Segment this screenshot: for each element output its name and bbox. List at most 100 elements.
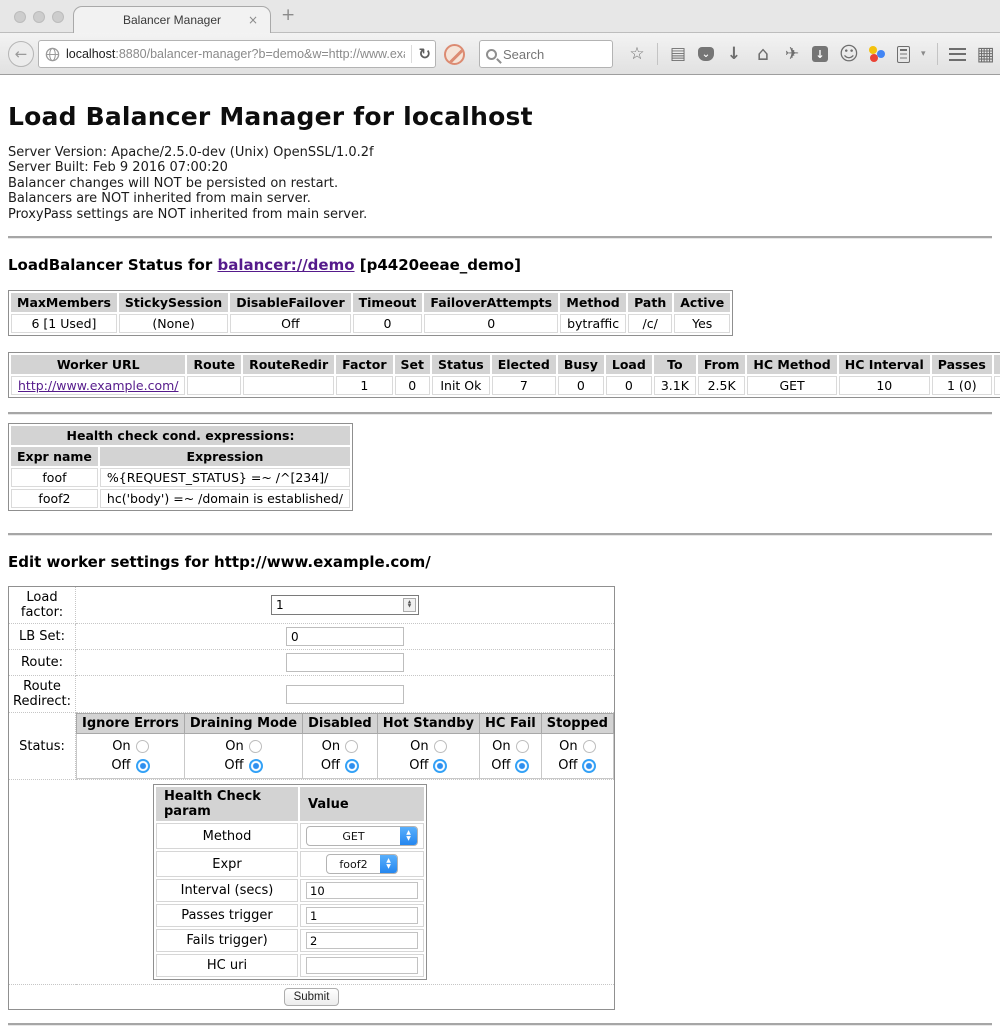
menu-hamburger-icon[interactable]	[949, 48, 966, 61]
ignore-errors-off-radio[interactable]	[136, 759, 150, 773]
bookmark-star-icon[interactable]: ☆	[628, 46, 646, 63]
hc-interval-input[interactable]	[306, 882, 418, 899]
col-set: Set	[395, 355, 430, 374]
stopped-on-radio[interactable]	[583, 740, 596, 753]
ignore-errors-on-radio[interactable]	[136, 740, 149, 753]
table-header-row: Ignore Errors Draining Mode Disabled Hot…	[77, 714, 614, 734]
hot-standby-on-radio[interactable]	[434, 740, 447, 753]
select-stepper-icon: ▲▼	[380, 854, 397, 874]
stopped-off-radio[interactable]	[582, 759, 596, 773]
cell-routeredir	[243, 376, 334, 395]
hc-method-row: Method GET ▲▼	[156, 823, 424, 849]
server-info: Server Version: Apache/2.5.0-dev (Unix) …	[8, 145, 992, 222]
col-stopped: Stopped	[541, 714, 613, 734]
adblock-disabled-icon[interactable]	[444, 44, 465, 65]
back-button[interactable]: ←	[8, 41, 34, 67]
submit-button[interactable]: Submit	[284, 988, 340, 1006]
on-label: On	[492, 737, 510, 756]
cell-expr-name: foof2	[11, 489, 98, 508]
hc-fail-off-radio[interactable]	[515, 759, 529, 773]
worker-status-table: Worker URL Route RouteRedir Factor Set S…	[8, 352, 1000, 398]
col-passes: Passes	[932, 355, 992, 374]
cell-worker-url: http://www.example.com/	[11, 376, 185, 395]
home-icon[interactable]: ⌂	[754, 45, 772, 64]
cell-hc-method: GET	[747, 376, 836, 395]
hc-fails-input[interactable]	[306, 932, 418, 949]
window-close-button[interactable]	[14, 11, 26, 23]
hc-uri-input[interactable]	[306, 957, 418, 974]
route-redirect-cell	[76, 676, 615, 713]
browser-tab[interactable]: Balancer Manager ×	[73, 6, 271, 33]
hc-fail-on-radio[interactable]	[516, 740, 529, 753]
disabled-radios: On Off	[303, 734, 378, 779]
proxypass-note-line: ProxyPass settings are NOT inherited fro…	[8, 207, 992, 222]
search-input[interactable]	[503, 47, 593, 62]
route-redirect-input[interactable]	[286, 685, 404, 704]
worker-url-link[interactable]: http://www.example.com/	[18, 378, 178, 393]
off-label: Off	[558, 756, 577, 775]
off-label: Off	[321, 756, 340, 775]
hc-expr-cell: foof2 ▲▼	[300, 851, 424, 877]
save-panel-icon[interactable]: ↓	[812, 46, 828, 62]
downloads-icon[interactable]: ↓	[725, 46, 743, 63]
number-spinner-icon[interactable]: ▲▼	[403, 598, 416, 612]
disabled-off-radio[interactable]	[345, 759, 359, 773]
col-expression: Expression	[100, 447, 350, 466]
disabled-on-radio[interactable]	[345, 740, 358, 753]
reload-icon[interactable]: ↻	[418, 45, 431, 63]
col-expr-name: Expr name	[11, 447, 98, 466]
grid-panel-icon[interactable]: ▦	[977, 45, 995, 64]
url-bar[interactable]: localhost:8880/balancer-manager?b=demo&w…	[38, 40, 436, 68]
hc-interval-cell	[300, 879, 424, 902]
load-factor-cell: 1 ▲▼	[76, 587, 615, 624]
window-zoom-button[interactable]	[52, 11, 64, 23]
chevron-down-icon[interactable]: ▾	[921, 49, 926, 59]
cell-expression: hc('body') =~ /domain is established/	[100, 489, 350, 508]
url-input[interactable]: localhost:8880/balancer-manager?b=demo&w…	[66, 47, 405, 61]
table-header-row: Worker URL Route RouteRedir Factor Set S…	[11, 355, 1000, 374]
new-tab-button[interactable]: +	[281, 5, 295, 25]
pocket-icon[interactable]: ⌄	[698, 47, 714, 61]
form-row-lb-set: LB Set:	[9, 624, 615, 650]
draining-mode-on-radio[interactable]	[249, 740, 262, 753]
divider	[8, 533, 992, 536]
lb-set-input[interactable]	[286, 627, 404, 646]
hc-passes-input[interactable]	[306, 907, 418, 924]
col-path: Path	[628, 293, 672, 312]
hc-expr-select[interactable]: foof2 ▲▼	[326, 854, 398, 874]
tab-close-icon[interactable]: ×	[248, 13, 258, 27]
table-row: http://www.example.com/ 1 0 Init Ok 7 0 …	[11, 376, 1000, 395]
col-hot-standby: Hot Standby	[377, 714, 479, 734]
col-elected: Elected	[492, 355, 556, 374]
url-divider	[411, 45, 412, 63]
hc-passes-row: Passes trigger	[156, 904, 424, 927]
hc-interval-label: Interval (secs)	[156, 879, 298, 902]
col-busy: Busy	[558, 355, 604, 374]
col-method: Method	[560, 293, 626, 312]
hc-method-select[interactable]: GET ▲▼	[306, 826, 418, 846]
hot-standby-off-radio[interactable]	[433, 759, 447, 773]
balancer-demo-link[interactable]: balancer://demo	[217, 256, 354, 274]
table-row: foof %{REQUEST_STATUS} =~ /^[234]/	[11, 468, 350, 487]
window-minimize-button[interactable]	[33, 11, 45, 23]
on-label: On	[322, 737, 340, 756]
search-icon	[486, 49, 497, 60]
form-row-route: Route:	[9, 650, 615, 676]
hc-interval-row: Interval (secs)	[156, 879, 424, 902]
lb-set-label: LB Set:	[9, 624, 76, 650]
route-input[interactable]	[286, 653, 404, 672]
clipboard-icon[interactable]: ▤	[669, 46, 687, 63]
battery-panel-icon[interactable]	[897, 46, 910, 63]
cell-factor: 1	[336, 376, 392, 395]
draining-mode-off-radio[interactable]	[249, 759, 263, 773]
feedback-smiley-icon[interactable]: ☺	[839, 45, 857, 64]
search-box[interactable]	[479, 40, 613, 68]
col-hc-fail: HC Fail	[480, 714, 542, 734]
send-plane-icon[interactable]: ✈	[783, 46, 801, 63]
hc-fails-row: Fails trigger)	[156, 929, 424, 952]
hc-uri-cell	[300, 954, 424, 977]
load-factor-input[interactable]: 1 ▲▼	[271, 595, 419, 615]
extension-colored-dots-icon[interactable]	[868, 45, 886, 63]
status-radio-row: On Off On Off On Off On	[77, 734, 614, 779]
on-label: On	[112, 737, 130, 756]
